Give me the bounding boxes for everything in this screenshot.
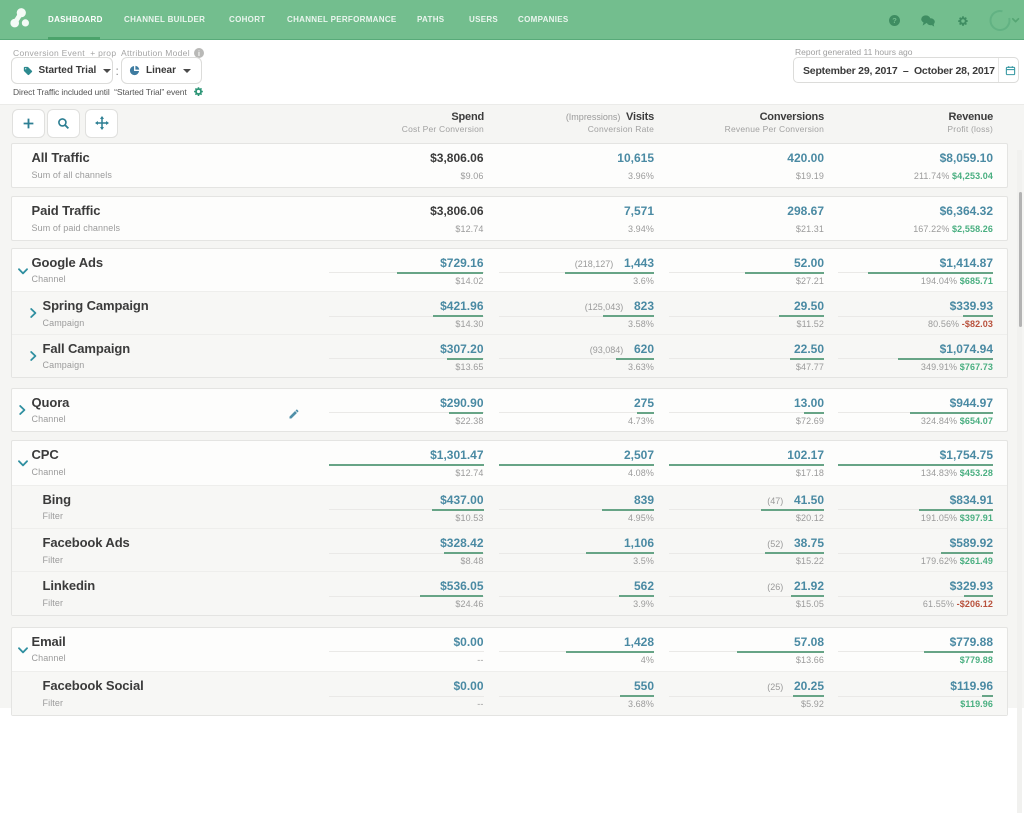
svg-text:?: ? [892,16,897,25]
